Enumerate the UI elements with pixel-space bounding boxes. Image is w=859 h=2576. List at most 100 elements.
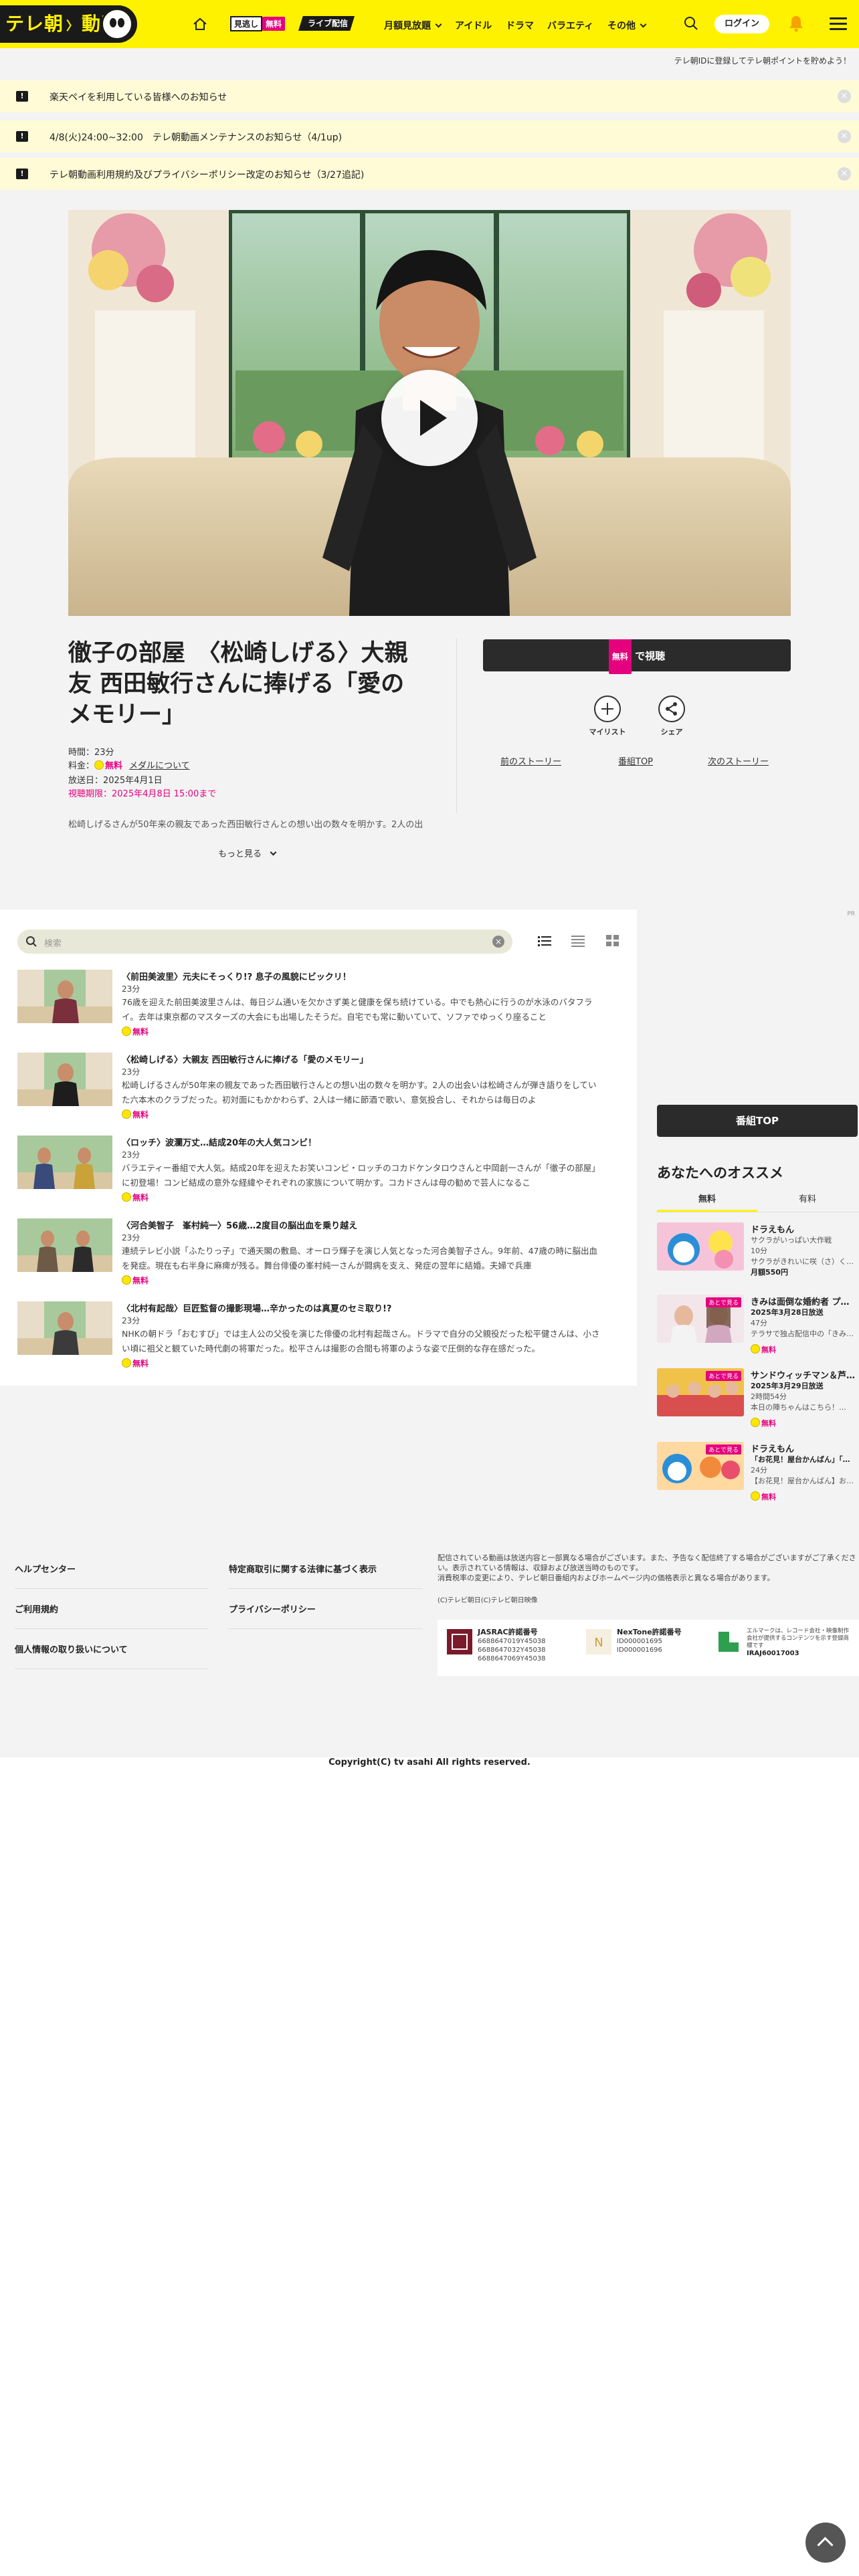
recommend-item[interactable]: あとで見る きみは面倒な婚約者 プ… 2025年3月28日放送 47分 テラサで… <box>657 1295 859 1355</box>
episode-title: 〈北村有起哉〉巨匠監督の撮影現場…辛かったのは真夏のセミ取り!? <box>122 1304 392 1314</box>
free-badge: 無料 <box>122 1358 149 1369</box>
menu-other[interactable]: その他 <box>607 19 647 32</box>
free-badge: 無料 <box>751 1418 776 1428</box>
copyright-section: Copyright(C) tv asahi All rights reserve… <box>0 1757 859 2576</box>
mitoshi-free-link[interactable]: 見逃し 無料 <box>230 16 286 31</box>
logo-text: テレ朝 <box>5 13 64 35</box>
coin-icon <box>751 1418 760 1427</box>
list-view-icon[interactable] <box>538 935 551 947</box>
episode-description: NHKの朝ドラ「おむすび」では主人公の父役を演じた俳優の北村有起哉さん。ドラマで… <box>122 1329 600 1354</box>
search-icon[interactable] <box>684 16 698 31</box>
play-button[interactable] <box>381 370 478 466</box>
list-item[interactable]: 〈北村有起哉〉巨匠監督の撮影現場…辛かったのは真夏のセミ取り!? 23分 NHK… <box>17 1301 599 1369</box>
hamburger-menu-icon[interactable] <box>830 17 847 31</box>
tab-free[interactable]: 無料 <box>657 1192 757 1212</box>
close-icon[interactable]: × <box>838 90 851 103</box>
site-logo[interactable]: テレ朝〉動画 <box>0 5 137 43</box>
footer-link-terms[interactable]: ご利用規約 <box>15 1602 209 1629</box>
copyright-text: Copyright(C) tv asahi All rights reserve… <box>328 1757 531 1767</box>
footer-note: 配信されている動画は放送内容と一部異なる場合がございます。また、予告なく配信終了… <box>438 1553 856 1572</box>
login-button[interactable]: ログイン <box>714 15 769 33</box>
coin-icon <box>94 760 104 770</box>
register-banner[interactable]: テレ朝IDに登録してテレ朝ポイントを貯めよう！ <box>674 55 851 66</box>
video-player[interactable] <box>68 210 791 616</box>
recommend-item[interactable]: ドラえもん サクラがいっぱい大作戦 10分 サクラがきれいに咲（さ）く… 月額5… <box>657 1222 859 1283</box>
notice-item[interactable]: ! 楽天ペイを利用している皆様へのお知らせ × <box>0 80 859 112</box>
footer-link-commerce-law[interactable]: 特定商取引に関する法律に基づく表示 <box>229 1562 423 1589</box>
coin-icon <box>122 1027 131 1036</box>
watch-later-tag: あとで見る <box>706 1297 741 1307</box>
watch-later-tag: あとで見る <box>706 1444 741 1455</box>
coin-icon <box>122 1192 131 1202</box>
free-badge: 無料 <box>262 17 286 31</box>
next-story-link[interactable]: 次のストーリー <box>708 754 769 767</box>
watch-later-tag: あとで見る <box>706 1371 741 1381</box>
episode-description: 松崎しげるさんが50年来の親友であった西田敏行さんとの想い出の数々を明かす。2人… <box>122 1080 597 1105</box>
menu-idol[interactable]: アイドル <box>455 19 492 32</box>
episode-price: 料金： 無料 メダルについて <box>68 760 190 771</box>
free-badge: 無料 <box>122 1026 149 1037</box>
episode-thumbnail <box>17 970 112 1023</box>
list-item[interactable]: 〈松崎しげる〉大親友 西田敏行さんに捧げる「愛のメモリー」 23分 松崎しげるさ… <box>17 1053 597 1119</box>
info-icon: ! <box>16 169 28 179</box>
compact-view-icon[interactable] <box>571 935 585 947</box>
program-top-button[interactable]: 番組TOP <box>657 1105 858 1137</box>
notice-item[interactable]: ! 4/8(火)24:00~32:00 テレ朝動画メンテナンスのお知らせ（4/1… <box>0 120 859 152</box>
broadcast-date: 放送日：2025年4月1日 <box>68 776 163 786</box>
list-item[interactable]: 〈前田美波里〉元夫にそっくり!? 息子の風貌にビックリ！ 23分 76歳を迎えた… <box>17 970 592 1037</box>
chevron-down-icon <box>435 21 442 28</box>
episode-duration: 23分 <box>122 1316 140 1325</box>
share-icon <box>658 695 685 722</box>
jasrac-logo-icon <box>447 1629 472 1654</box>
coin-icon <box>122 1275 131 1285</box>
footer-link-privacy-handling[interactable]: 個人情報の取り扱いについて <box>15 1642 209 1669</box>
info-icon: ! <box>16 131 28 142</box>
notice-text: テレ朝動画利用規約及びプライバシーポリシー改定のお知らせ（3/27追記) <box>50 170 365 181</box>
bell-icon[interactable] <box>788 15 804 32</box>
menu-subscription[interactable]: 月額見放題 <box>384 19 442 32</box>
episode-duration: 23分 <box>122 984 140 994</box>
menu-variety[interactable]: バラエティ <box>547 19 593 32</box>
episode-description: 松崎しげるさんが50年来の親友であった西田敏行さんとの想い出の数々を明かす。2人… <box>68 820 423 830</box>
recommend-thumbnail: あとで見る <box>657 1368 744 1416</box>
mylist-button[interactable]: マイリスト <box>581 695 634 737</box>
tab-paid[interactable]: 有料 <box>757 1192 858 1212</box>
recommend-item[interactable]: あとで見る ドラえもん 「お花見！屋台かんばん」「… 24分 【お花見！屋台かん… <box>657 1442 859 1502</box>
lmark-logo-icon <box>716 1629 741 1654</box>
recommend-title: サンドウィッチマン＆芦… <box>751 1371 856 1381</box>
recommend-item[interactable]: あとで見る サンドウィッチマン＆芦… 2025年3月29日放送 2時間54分 本… <box>657 1368 859 1428</box>
list-item[interactable]: 〈ロッチ〉波瀾万丈…結成20年の大人気コンビ！ 23分 バラエティー番組で大人気… <box>17 1136 600 1202</box>
prev-story-link[interactable]: 前のストーリー <box>500 754 561 767</box>
episode-thumbnail <box>17 1053 112 1106</box>
footer-link-privacy-policy[interactable]: プライバシーポリシー <box>229 1602 423 1629</box>
episode-search[interactable]: 検索 × <box>17 930 512 954</box>
close-icon[interactable]: × <box>838 130 851 143</box>
grid-view-icon[interactable] <box>606 935 619 947</box>
recommend-thumbnail: あとで見る <box>657 1295 744 1343</box>
svg-text:N: N <box>594 1636 603 1650</box>
live-link[interactable]: ライブ配信 <box>298 16 355 31</box>
coin-icon <box>122 1109 131 1119</box>
free-badge: 無料 <box>122 1275 149 1286</box>
episode-title: 〈前田美波里〉元夫にそっくり!? 息子の風貌にビックリ！ <box>122 972 351 982</box>
more-button[interactable]: もっと見る <box>218 847 277 859</box>
notice-item[interactable]: ! テレ朝動画利用規約及びプライバシーポリシー改定のお知らせ（3/27追記) × <box>0 158 859 190</box>
share-button[interactable]: シェア <box>645 695 698 737</box>
clear-icon[interactable]: × <box>492 936 504 948</box>
list-item[interactable]: 〈河合美智子 峯村純一〉56歳…2度目の脳出血を乗り越え 23分 連続テレビ小説… <box>17 1218 597 1286</box>
close-icon[interactable]: × <box>838 167 851 181</box>
episode-duration: 23分 <box>122 1067 140 1077</box>
menu-drama[interactable]: ドラマ <box>506 19 534 32</box>
footer-note: 消費税率の変更により、テレビ朝日番組内およびホームページ内の価格表示と異なる場合… <box>438 1574 775 1582</box>
footer-link-help[interactable]: ヘルプセンター <box>15 1562 209 1589</box>
recommend-title: ドラえもん <box>751 1444 795 1455</box>
page-top-button[interactable] <box>805 2523 846 2563</box>
recommend-title: きみは面倒な婚約者 プ… <box>751 1297 850 1307</box>
home-icon[interactable] <box>193 17 207 31</box>
program-top-link[interactable]: 番組TOP <box>618 754 653 767</box>
medal-link[interactable]: メダルについて <box>129 761 190 771</box>
coin-icon <box>751 1491 760 1501</box>
episode-thumbnail <box>17 1218 112 1272</box>
episode-duration: 時間：23分 <box>68 748 114 758</box>
watch-button[interactable]: 無料 で視聴 <box>483 639 791 674</box>
